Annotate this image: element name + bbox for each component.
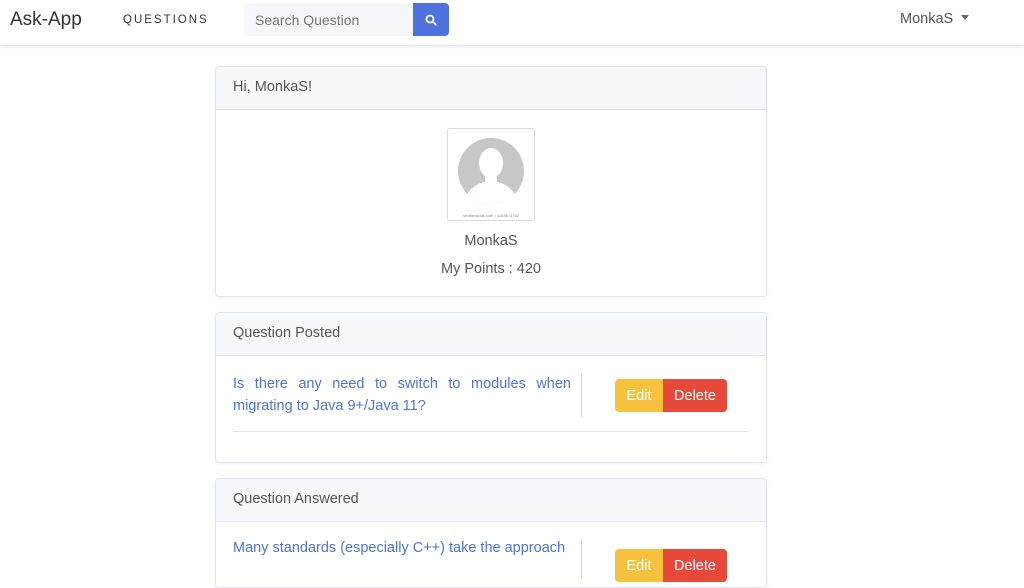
profile-greeting: Hi, MonkaS!	[216, 67, 766, 110]
questions-answered-header: Question Answered	[216, 479, 766, 522]
posted-question-link[interactable]: Is there any need to switch to modules w…	[233, 374, 571, 417]
questions-answered-card: Question Answered Many standards (especi…	[215, 478, 767, 588]
user-dropdown-toggle[interactable]: MonkaS	[900, 11, 970, 27]
edit-button[interactable]: Edit	[615, 379, 663, 412]
delete-button[interactable]: Delete	[663, 379, 727, 412]
caret-down-icon	[961, 15, 970, 21]
search-button[interactable]	[413, 3, 449, 36]
delete-button[interactable]: Delete	[663, 549, 727, 582]
profile-card: Hi, MonkaS! shutterstock.com • 115367375…	[215, 66, 767, 297]
top-navbar: Ask-App QUESTIONS MonkaS	[0, 0, 1024, 46]
nav-questions-link[interactable]: QUESTIONS	[123, 14, 209, 26]
avatar-watermark: shutterstock.com • 1153673752	[463, 213, 519, 218]
questions-posted-header: Question Posted	[216, 313, 766, 356]
search-input[interactable]	[244, 3, 413, 36]
brand-logo[interactable]: Ask-App	[10, 9, 82, 31]
user-name: MonkaS	[900, 11, 954, 27]
search-icon	[425, 14, 437, 26]
item-divider	[581, 539, 582, 579]
answered-question-link[interactable]: Many standards (especially C++) take the…	[233, 538, 571, 560]
avatar-placeholder-icon	[458, 138, 524, 204]
item-separator	[233, 431, 749, 432]
search-form	[244, 3, 449, 36]
avatar: shutterstock.com • 1153673752	[447, 128, 535, 221]
profile-points: My Points : 420	[441, 261, 541, 277]
questions-posted-card: Question Posted Is there any need to swi…	[215, 312, 767, 463]
profile-name: MonkaS	[464, 233, 518, 249]
edit-button[interactable]: Edit	[615, 549, 663, 582]
item-divider	[581, 373, 582, 417]
